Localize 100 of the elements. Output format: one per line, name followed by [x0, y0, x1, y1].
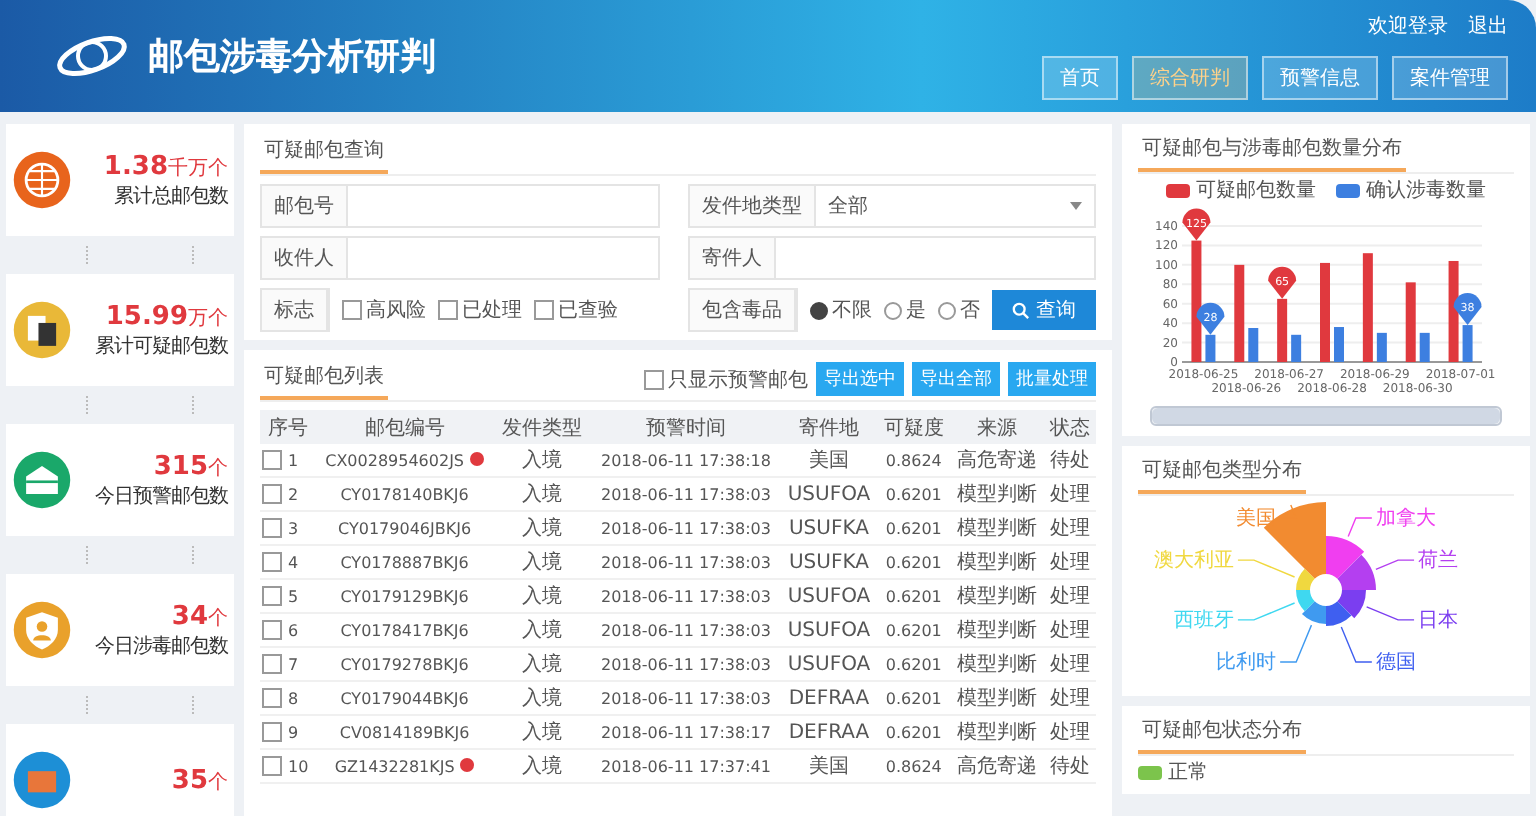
table-cell: 处理 — [1049, 722, 1090, 744]
table-cell: 模型判断 — [957, 722, 1038, 744]
stat-label: 今日预警邮包数 — [95, 483, 228, 509]
field-label: 发件地类型 — [690, 186, 816, 226]
row-checkbox[interactable] — [262, 484, 282, 504]
bar — [1448, 260, 1459, 362]
app-title: 邮包涉毒分析研判 — [148, 34, 438, 80]
row-checkbox[interactable] — [262, 552, 282, 572]
leader-line — [1279, 624, 1313, 663]
table-cell: 2 — [288, 485, 299, 503]
column-header: 状态 — [1043, 410, 1096, 444]
bar — [1405, 282, 1416, 362]
table-cell: 4 — [288, 553, 299, 571]
leader-line — [1347, 517, 1373, 538]
marker-pin — [1268, 266, 1297, 299]
radio-button[interactable]: 否 — [938, 296, 980, 324]
table-cell: 待处 — [1049, 756, 1090, 778]
sector-label: 德国 — [1375, 652, 1416, 675]
sector-label: 比利时 — [1216, 652, 1277, 675]
bar — [1334, 327, 1344, 362]
leader-line — [1375, 559, 1415, 571]
table-cell: 高危寄递 — [957, 450, 1038, 472]
header-link[interactable]: 欢迎登录 — [1368, 12, 1448, 40]
bar — [1376, 332, 1387, 362]
table-cell: 0.8624 — [885, 757, 942, 775]
checkbox[interactable]: 已查验 — [534, 296, 618, 324]
field-label: 标志 — [262, 290, 328, 330]
table-cell: CY0178887BKJ6 — [340, 553, 469, 571]
radio-button[interactable]: 不限 — [810, 296, 872, 324]
table-cell: USUFOA — [787, 585, 871, 607]
table-cell: 美国 — [808, 756, 849, 778]
legend-label: 正常 — [1168, 759, 1208, 786]
column-header: 预警时间 — [590, 410, 782, 444]
leader-line — [1237, 559, 1296, 578]
stat-label: 今日涉毒邮包数 — [95, 633, 228, 659]
checkbox[interactable]: 只显示预警邮包 — [644, 365, 808, 393]
table-cell: CY0179046JBKJ6 — [338, 519, 472, 537]
table-cell: 0.6201 — [885, 621, 942, 639]
alert-dot — [460, 757, 475, 771]
table-cell: 0.6201 — [885, 519, 942, 537]
table-cell: 2018-06-11 17:38:03 — [601, 655, 771, 673]
input-field[interactable]: 邮包号 — [260, 184, 660, 228]
table-cell: 2018-06-11 17:38:03 — [601, 519, 771, 537]
column-header: 寄件地 — [781, 410, 877, 444]
table-cell: CV0814189BKJ6 — [339, 723, 470, 741]
table-cell: 0.6201 — [885, 587, 942, 605]
table-cell: 入境 — [522, 518, 563, 540]
checkbox[interactable]: 已处理 — [438, 296, 522, 324]
row-checkbox[interactable] — [262, 756, 282, 776]
table-cell: 2018-06-11 17:38:03 — [601, 587, 771, 605]
table-cell: 0.6201 — [885, 655, 942, 673]
table-cell: 美国 — [808, 450, 849, 472]
table-cell: 0.6201 — [885, 553, 942, 571]
table-cell: 7 — [288, 655, 299, 673]
table-cell: 3 — [288, 519, 299, 537]
checkbox[interactable]: 高风险 — [342, 296, 426, 324]
bar — [1234, 264, 1245, 362]
row-checkbox[interactable] — [262, 518, 282, 538]
table-cell: CY0179278BKJ6 — [340, 655, 469, 673]
table-cell: 模型判断 — [957, 586, 1038, 608]
table-cell: 8 — [288, 689, 299, 707]
table-cell: 入境 — [522, 756, 563, 778]
panel-title: 可疑邮包状态分布 — [1138, 712, 1306, 754]
table-cell: CY0178140BKJ6 — [340, 485, 469, 503]
stat-value: 35个 — [171, 765, 228, 795]
alert-dot — [470, 451, 485, 465]
field-label: 寄件人 — [690, 238, 776, 278]
caret-icon — [1070, 202, 1082, 210]
table-cell: 2018-06-11 17:38:17 — [601, 723, 771, 741]
column-header: 序号 — [260, 410, 316, 444]
table-cell: 处理 — [1049, 654, 1090, 676]
column-header: 发件类型 — [493, 410, 591, 444]
table-cell: 入境 — [522, 722, 563, 744]
search-icon — [1012, 301, 1030, 319]
row-checkbox[interactable] — [262, 722, 282, 742]
select-field[interactable]: 发件地类型 全部 — [688, 184, 1096, 228]
range-slider[interactable] — [1150, 406, 1502, 426]
row-checkbox[interactable] — [262, 688, 282, 708]
table-cell: 模型判断 — [957, 688, 1038, 710]
row-checkbox[interactable] — [262, 450, 282, 470]
bar — [1191, 240, 1202, 362]
table-cell: 0.6201 — [885, 485, 942, 503]
header-link[interactable]: 退出 — [1468, 12, 1508, 40]
row-checkbox[interactable] — [262, 620, 282, 640]
table-cell: USUFOA — [787, 653, 871, 675]
bar — [1205, 334, 1216, 362]
leader-line — [1237, 602, 1296, 621]
sector-label: 澳大利亚 — [1153, 550, 1234, 573]
input-field[interactable]: 收件人 — [260, 236, 660, 280]
radio-button[interactable]: 是 — [884, 296, 926, 324]
table-cell: 2018-06-11 17:38:03 — [601, 553, 771, 571]
table-cell: 10 — [288, 757, 309, 775]
row-checkbox[interactable] — [262, 654, 282, 674]
document-icon — [12, 300, 72, 360]
row-checkbox[interactable] — [262, 586, 282, 606]
table-cell: CX0028954602JS — [325, 451, 465, 469]
table-cell: 入境 — [522, 484, 563, 506]
table-cell: 处理 — [1049, 620, 1090, 642]
search-button[interactable]: 查询 — [992, 290, 1096, 330]
input-field[interactable]: 寄件人 — [688, 236, 1096, 280]
